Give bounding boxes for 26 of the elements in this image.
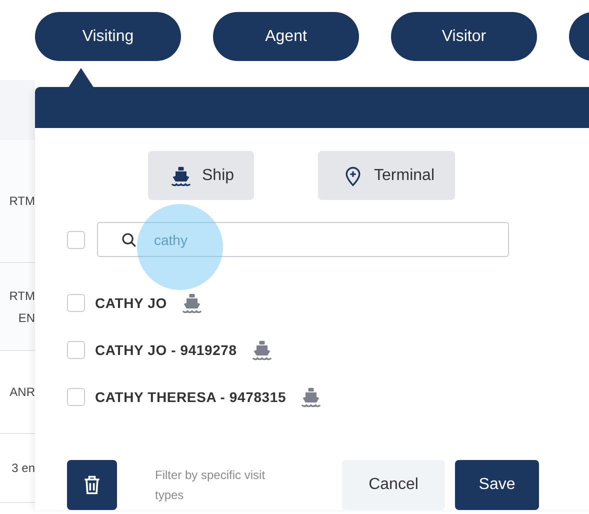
result-label[interactable]: CATHY JO xyxy=(95,294,167,310)
result-checkbox[interactable] xyxy=(67,340,85,358)
ship-icon xyxy=(300,386,322,408)
tab[interactable]: Visiting xyxy=(35,12,181,61)
table-cell: EN xyxy=(18,310,35,324)
result-checkbox[interactable] xyxy=(67,294,85,312)
search-icon xyxy=(121,232,137,248)
ship-icon xyxy=(250,338,273,360)
type-filter-button[interactable]: Ship xyxy=(148,151,254,200)
delete-button[interactable] xyxy=(67,460,117,510)
ship-icon xyxy=(180,292,203,314)
select-all-checkbox[interactable] xyxy=(67,230,85,248)
table-cell: RTM xyxy=(9,288,35,302)
tab[interactable]: Agent xyxy=(213,12,359,61)
result-checkbox[interactable] xyxy=(67,388,85,406)
result-label[interactable]: CATHY THERESA - 9478315 xyxy=(95,388,286,404)
type-filter-button[interactable]: Terminal xyxy=(318,151,454,200)
hint-text: Filter by specific visit types xyxy=(155,467,266,504)
table-cell: RTM xyxy=(9,194,35,208)
ship-icon xyxy=(170,164,192,186)
cancel-button[interactable]: Cancel xyxy=(342,460,445,510)
result-label[interactable]: CATHY JO - 9419278 xyxy=(95,342,237,358)
table-cell: ANR xyxy=(10,385,35,399)
table-cell: 3 en xyxy=(12,461,35,475)
tab[interactable]: Visitor xyxy=(391,12,537,61)
save-button[interactable]: Save xyxy=(455,460,539,510)
